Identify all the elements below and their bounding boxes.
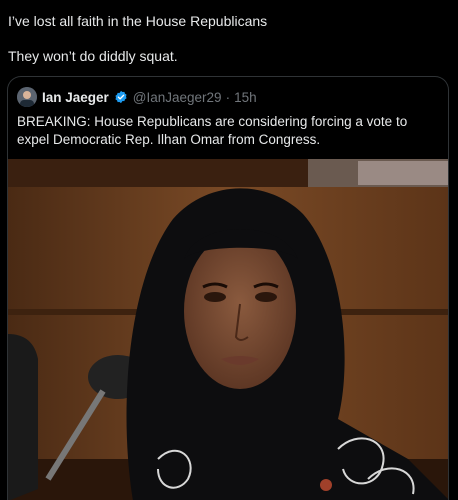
quoted-post-text: BREAKING: House Republicans are consider… [17,114,408,147]
meta-separator: · [225,89,231,105]
post-text-line-2: They won’t do diddly squat. [8,48,178,64]
verified-badge-icon [115,90,127,104]
post-text-line-1: I’ve lost all faith in the House Republi… [8,13,268,29]
post-time[interactable]: 15h [234,90,257,105]
quoted-post-header: Ian Jaeger @IanJaeger29 · 15h [17,87,257,107]
author-name[interactable]: Ian Jaeger [42,90,109,105]
author-handle[interactable]: @IanJaeger29 [133,90,222,105]
quoted-post-card[interactable]: Ian Jaeger @IanJaeger29 · 15h BREAKING: … [7,76,449,500]
photo-illustration [8,159,448,500]
author-avatar[interactable] [17,87,37,107]
post-body: I’ve lost all faith in the House Republi… [8,12,448,82]
quoted-post-meta: @IanJaeger29 · 15h [133,90,257,105]
quoted-post-photo[interactable] [8,159,448,500]
